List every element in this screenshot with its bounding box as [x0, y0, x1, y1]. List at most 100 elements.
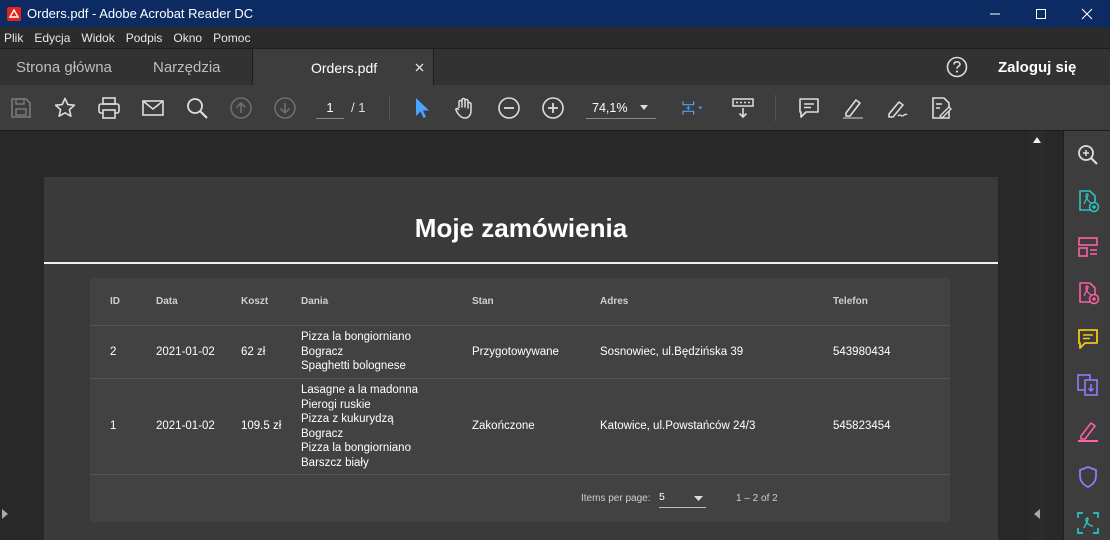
window-title: Orders.pdf - Adobe Acrobat Reader DC [27, 6, 254, 21]
envelope-icon [142, 100, 164, 116]
dish-item: Spaghetti bolognese [301, 360, 406, 372]
find-button[interactable] [185, 96, 209, 120]
help-icon[interactable] [946, 56, 968, 78]
pdf-page: Moje zamówienia ID Data Koszt Dania Stan… [44, 177, 998, 540]
window-titlebar: Orders.pdf - Adobe Acrobat Reader DC [0, 0, 1110, 27]
page-title: Moje zamówienia [414, 213, 628, 243]
cursor-icon [416, 98, 429, 118]
page-fit-button[interactable] [675, 96, 711, 120]
cell-date: 2021-01-02 [156, 346, 215, 358]
cell-address: Katowice, ul.Powstańców 24/3 [600, 420, 756, 432]
save-button[interactable] [9, 96, 33, 120]
menu-bar: Plik Edycja Widok Podpis Okno Pomoc [0, 27, 1110, 48]
keyboard-scroll-icon [732, 98, 754, 119]
close-window-button[interactable] [1064, 0, 1110, 27]
protect-shield-icon[interactable] [1076, 465, 1100, 489]
export-pdf-icon[interactable] [1076, 281, 1100, 305]
print-button[interactable] [97, 96, 121, 120]
pen-sign-icon [888, 101, 908, 118]
scan-pdf-icon[interactable] [1076, 511, 1100, 535]
document-edit-icon [932, 97, 952, 119]
comment-button[interactable] [797, 96, 821, 120]
column-header-date: Data [156, 296, 178, 307]
star-icon [54, 97, 76, 117]
cell-phone: 545823454 [833, 420, 891, 432]
comment-icon [799, 98, 819, 118]
table-row: 2 2021-01-02 62 zł Pizza la bongiorniano… [90, 325, 950, 378]
table-paginator: Items per page: 5 1 – 2 of 2 [90, 474, 950, 522]
dish-item: Pierogi ruskie [301, 398, 371, 411]
tab-document[interactable]: Orders.pdf [252, 49, 434, 86]
sign-button[interactable] [885, 96, 909, 120]
highlight-button[interactable] [841, 96, 865, 120]
zoom-value: 74,1% [592, 101, 628, 115]
column-header-address: Adres [600, 296, 629, 307]
zoom-in-button[interactable] [541, 96, 565, 120]
search-icon [187, 98, 208, 119]
tab-home[interactable]: Strona główna [16, 49, 112, 86]
menu-item-edycja[interactable]: Edycja [30, 31, 74, 45]
next-page-button[interactable] [273, 96, 297, 120]
cell-status: Zakończone [472, 420, 535, 432]
cell-dishes: Lasagne a la madonna Pierogi ruskie Pizz… [301, 383, 418, 470]
vertical-scrollbar[interactable] [1029, 131, 1045, 540]
comment-tool-icon[interactable] [1076, 327, 1100, 351]
menu-item-plik[interactable]: Plik [0, 31, 27, 45]
fill-sign-button[interactable] [929, 96, 953, 120]
cell-id: 1 [110, 420, 117, 432]
table-row: 1 2021-01-02 109.5 zł Lasagne a la madon… [90, 378, 950, 474]
organize-pages-icon[interactable] [1076, 235, 1100, 259]
page-count: / 1 [351, 100, 366, 115]
cell-cost: 62 zł [241, 346, 266, 358]
dish-item: Lasagne a la madonna [301, 384, 419, 396]
cell-phone: 543980434 [833, 346, 891, 358]
plus-circle-icon [542, 97, 564, 119]
menu-item-podpis[interactable]: Podpis [122, 31, 167, 45]
expand-left-panel-icon[interactable] [2, 509, 8, 519]
collapse-right-panel-icon[interactable] [1034, 509, 1040, 519]
maximize-button[interactable] [1018, 0, 1064, 27]
fit-page-icon [682, 101, 703, 115]
column-header-id: ID [110, 296, 120, 307]
page-size-value: 5 [659, 491, 665, 503]
acrobat-icon [7, 6, 21, 21]
email-button[interactable] [141, 96, 165, 120]
hand-tool-button[interactable] [453, 96, 477, 120]
left-panel-strip [0, 131, 14, 540]
cell-date: 2021-01-02 [156, 420, 215, 432]
select-tool-button[interactable] [409, 96, 433, 120]
close-tab-icon[interactable] [415, 63, 424, 72]
page-size-select[interactable]: 5 [659, 488, 706, 508]
bookmark-button[interactable] [53, 96, 77, 120]
dish-item: Pizza la bongiorniano [301, 442, 411, 454]
sign-in-link[interactable]: Zaloguj się [998, 49, 1076, 86]
zoom-select[interactable]: 74,1% [586, 97, 656, 119]
printer-icon [98, 97, 120, 119]
combine-files-icon[interactable] [1076, 373, 1100, 397]
save-icon [11, 98, 31, 118]
create-pdf-icon[interactable] [1076, 189, 1100, 213]
scroll-up-icon[interactable] [1033, 137, 1041, 143]
tab-document-label: Orders.pdf [311, 59, 378, 76]
minimize-button[interactable] [972, 0, 1018, 27]
zoom-search-icon[interactable] [1076, 143, 1100, 167]
tab-tools[interactable]: Narzędzia [153, 49, 221, 86]
menu-item-okno[interactable]: Okno [169, 31, 206, 45]
column-header-status: Stan [472, 296, 494, 307]
page-number-input[interactable]: 1 [316, 97, 344, 119]
cell-id: 2 [110, 346, 117, 358]
menu-item-pomoc[interactable]: Pomoc [209, 31, 254, 45]
toolbar-separator [389, 95, 390, 121]
maximize-icon [1036, 8, 1046, 19]
column-header-dishes: Dania [301, 296, 329, 307]
dish-item: Bogracz [301, 427, 344, 440]
zoom-out-button[interactable] [497, 96, 521, 120]
orders-table-card: ID Data Koszt Dania Stan Adres Telefon 2… [90, 278, 950, 522]
dish-item: Pizza la bongiorniano [301, 331, 411, 343]
menu-item-widok[interactable]: Widok [77, 31, 118, 45]
column-header-cost: Koszt [241, 296, 269, 307]
scrolling-mode-button[interactable] [731, 96, 755, 120]
fill-and-sign-icon[interactable] [1076, 419, 1100, 443]
arrow-down-circle-icon [274, 97, 296, 119]
previous-page-button[interactable] [229, 96, 253, 120]
